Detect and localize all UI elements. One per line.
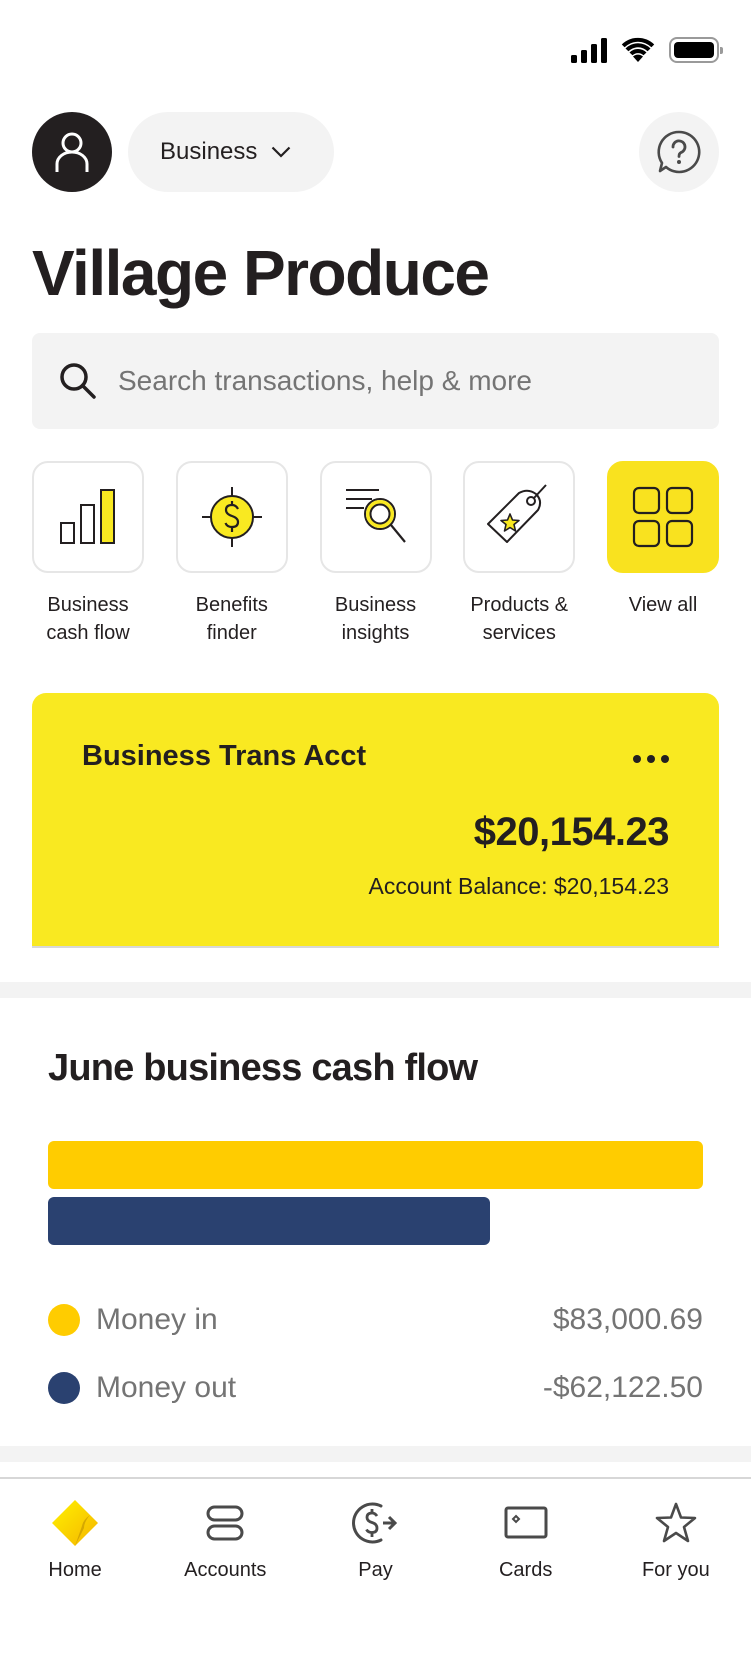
search-placeholder: Search transactions, help & more	[118, 365, 532, 396]
wifi-icon	[621, 37, 655, 62]
section-divider	[0, 1446, 751, 1462]
quick-action-label: Business insights	[334, 594, 417, 644]
nav-cards[interactable]: Cards	[456, 1495, 596, 1582]
cash-flow-legend: Money in $83,000.69 Money out -$62,122.50	[48, 1286, 703, 1422]
person-icon	[55, 132, 89, 172]
quick-action-benefits-finder[interactable]: Benefits finder	[175, 461, 288, 647]
home-diamond-icon	[52, 1500, 99, 1546]
quick-action-label: View all	[628, 594, 698, 616]
bar-chart-icon	[60, 489, 115, 544]
status-bar	[0, 0, 751, 100]
star-icon	[655, 1502, 697, 1543]
quick-action-label: Business cash flow	[46, 594, 130, 644]
dollar-target-icon	[201, 487, 262, 547]
nav-home[interactable]: Home	[5, 1495, 145, 1582]
account-balance-line: Account Balance: $20,154.23	[368, 873, 669, 899]
status-icons	[571, 37, 723, 63]
legend-value: $83,000.69	[552, 1303, 703, 1336]
quick-action-products-services[interactable]: Products & services	[463, 461, 576, 647]
cash-flow-title: June business cash flow	[48, 1047, 478, 1089]
account-available-balance: $20,154.23	[473, 810, 670, 854]
legend-label: Money out	[96, 1371, 237, 1404]
quick-action-tile	[607, 461, 719, 573]
nav-label: Cards	[498, 1559, 553, 1581]
profile-switcher[interactable]: Business	[128, 112, 334, 192]
nav-label: For you	[641, 1559, 710, 1581]
help-chat-icon	[657, 130, 701, 174]
quick-action-view-all[interactable]: View all	[607, 461, 719, 647]
legend-row-money-out: Money out -$62,122.50	[48, 1354, 703, 1422]
quick-action-label: Benefits finder	[195, 594, 268, 644]
magnifier-insights-icon	[345, 489, 406, 543]
pay-icon	[352, 1502, 398, 1544]
search-input[interactable]: Search transactions, help & more	[32, 333, 719, 429]
account-name: Business Trans Acct	[82, 740, 367, 772]
quick-action-business-cash-flow[interactable]: Business cash flow	[32, 461, 144, 647]
nav-pay[interactable]: Pay	[305, 1495, 445, 1582]
nav-label: Pay	[358, 1559, 393, 1581]
quick-actions: Business cash flow Benefits finder Busin…	[32, 461, 719, 647]
quick-action-tile	[175, 461, 288, 573]
quick-action-tile	[463, 461, 576, 573]
legend-value: -$62,122.50	[542, 1371, 703, 1404]
quick-action-tile	[319, 461, 432, 573]
cash-flow-bars	[48, 1141, 703, 1253]
account-card[interactable]: Business Trans Acct $20,154.23 Account B…	[32, 693, 719, 948]
chevron-down-icon	[272, 146, 291, 158]
quick-action-label: Products & services	[470, 594, 569, 644]
card-icon	[504, 1506, 548, 1539]
help-button[interactable]	[639, 112, 719, 192]
quick-action-tile	[32, 461, 144, 573]
legend-dot-money-out	[48, 1372, 80, 1404]
bottom-nav: Home Accounts Pay Cards For you	[0, 1477, 751, 1668]
quick-action-business-insights[interactable]: Business insights	[319, 461, 432, 647]
profile-switcher-label: Business	[160, 138, 258, 165]
search-icon	[60, 363, 96, 399]
nav-for-you[interactable]: For you	[606, 1495, 746, 1582]
accounts-icon	[206, 1505, 244, 1541]
legend-label: Money in	[96, 1303, 218, 1336]
grid-icon	[632, 486, 694, 548]
nav-accounts[interactable]: Accounts	[155, 1495, 295, 1582]
avatar[interactable]	[32, 112, 112, 192]
nav-label: Home	[48, 1559, 102, 1581]
legend-row-money-in: Money in $83,000.69	[48, 1286, 703, 1354]
header: Business	[32, 112, 719, 192]
legend-dot-money-in	[48, 1304, 80, 1336]
page-title: Village Produce	[32, 237, 490, 309]
section-divider	[0, 982, 751, 998]
cash-flow-bar-money-in	[48, 1141, 703, 1189]
nav-label: Accounts	[184, 1559, 267, 1581]
cellular-signal-icon	[571, 37, 607, 63]
battery-icon	[669, 37, 723, 63]
price-tag-star-icon	[487, 484, 547, 543]
more-horizontal-icon[interactable]	[633, 749, 669, 769]
cash-flow-bar-money-out	[48, 1197, 491, 1245]
